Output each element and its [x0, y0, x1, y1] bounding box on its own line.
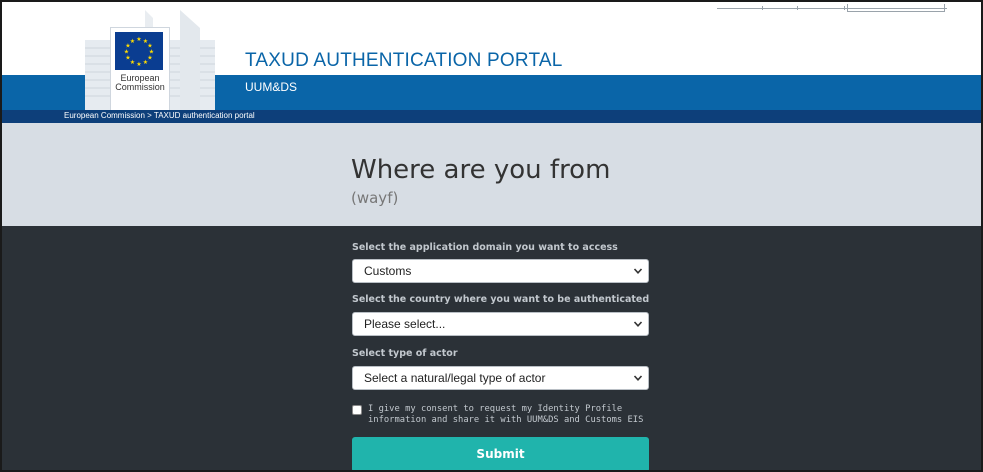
actor-label: Select type of actor — [352, 348, 458, 359]
consent-checkbox[interactable] — [352, 405, 362, 415]
portal-subtitle: UUM&DS — [245, 80, 298, 94]
page-title: Where are you from — [351, 155, 611, 185]
chevron-down-icon — [633, 321, 643, 327]
svg-text:★: ★ — [143, 59, 148, 66]
svg-text:★: ★ — [136, 36, 141, 43]
page-subtitle: (wayf) — [351, 189, 399, 207]
country-label: Select the country where you want to be … — [352, 294, 650, 305]
domain-select-value: Customs — [364, 264, 412, 278]
breadcrumb-text[interactable]: European Commission > TAXUD authenticati… — [64, 111, 255, 120]
site-header: European Commission ★ ★ ★ ★ ★ ★ ★ ★ ★ ★ ★ ★ TAXU… — [2, 2, 981, 123]
browser-frame: European Commission ★ ★ ★ ★ ★ ★ ★ ★ ★ ★ ★ ★ TAXU… — [0, 0, 983, 472]
domain-select[interactable]: Customs — [352, 259, 649, 283]
top-utility-divider — [844, 6, 845, 10]
actor-select[interactable]: Select a natural/legal type of actor — [352, 366, 649, 390]
domain-label: Select the application domain you want t… — [352, 242, 618, 253]
breadcrumb: European Commission > TAXUD authenticati… — [2, 110, 981, 123]
svg-text:★: ★ — [136, 61, 141, 68]
chevron-down-icon — [633, 268, 643, 274]
country-select-value: Please select... — [364, 317, 446, 331]
eu-flag-icon: ★ ★ ★ ★ ★ ★ ★ ★ ★ ★ ★ ★ — [115, 32, 163, 70]
logo-text-line-2: Commission — [115, 82, 165, 92]
top-utility-divider — [797, 6, 798, 10]
country-select[interactable]: Please select... — [352, 312, 649, 336]
page-hero: Where are you from (wayf) — [2, 123, 981, 226]
chevron-down-icon — [633, 375, 643, 381]
submit-button[interactable]: Submit — [352, 437, 649, 470]
top-utility-divider — [762, 6, 763, 10]
actor-select-value: Select a natural/legal type of actor — [364, 371, 546, 385]
wayf-form: Select the application domain you want t… — [2, 226, 981, 470]
svg-text:★: ★ — [130, 38, 135, 45]
top-search-stub[interactable] — [847, 4, 945, 12]
portal-title: TAXUD AUTHENTICATION PORTAL — [245, 50, 563, 71]
consent-label: I give my consent to request my Identity… — [368, 404, 644, 425]
